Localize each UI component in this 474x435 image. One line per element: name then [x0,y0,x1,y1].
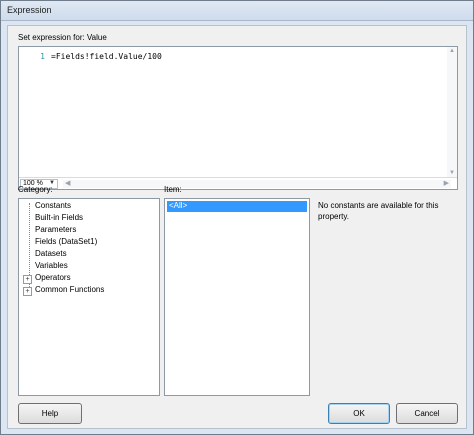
category-label: Category: [18,185,53,194]
line-number: 1 [40,52,45,61]
scroll-right-icon[interactable]: ▶ [444,179,449,187]
scroll-up-icon[interactable]: ▲ [449,48,455,54]
tree-item-variables[interactable]: Variables [35,261,68,273]
expression-dialog: Expression Set expression for: Value 1 =… [0,0,474,435]
item-list[interactable]: <All> [164,198,310,396]
tree-item-parameters[interactable]: Parameters [35,225,76,237]
expression-code[interactable]: =Fields!field.Value/100 [51,52,162,61]
expand-plus-icon[interactable]: + [23,275,32,284]
tree-item-common-functions[interactable]: Common Functions [35,285,104,297]
category-tree[interactable]: Constants Built-in Fields Parameters Fie… [18,198,160,396]
expand-plus-icon[interactable]: + [23,287,32,296]
expression-label: Set expression for: Value [18,33,107,42]
tree-item-datasets[interactable]: Datasets [35,249,67,261]
tree-item-fields[interactable]: Fields (DataSet1) [35,237,97,249]
help-button[interactable]: Help [18,403,82,424]
scroll-down-icon[interactable]: ▼ [449,170,455,176]
tree-item-operators[interactable]: Operators [35,273,71,285]
ok-button[interactable]: OK [328,403,390,424]
editor-footer: 100 % ▼ ◀ ▶ [19,177,457,189]
dialog-content: Set expression for: Value 1 =Fields!fiel… [7,25,467,429]
scroll-left-icon[interactable]: ◀ [65,179,70,187]
list-item-all[interactable]: <All> [167,201,307,212]
title-bar: Expression [1,1,473,21]
item-label: Item: [164,185,182,194]
window-title: Expression [7,5,52,15]
vertical-scrollbar[interactable]: ▲ ▼ [447,47,457,177]
tree-item-built-in-fields[interactable]: Built-in Fields [35,213,83,225]
tree-item-constants[interactable]: Constants [35,201,71,213]
item-description: No constants are available for this prop… [318,201,439,221]
cancel-button[interactable]: Cancel [396,403,458,424]
expression-editor[interactable]: 1 =Fields!field.Value/100 ▲ ▼ 100 % ▼ ◀ … [18,46,458,190]
horizontal-scrollbar[interactable]: ◀ ▶ [63,180,451,188]
